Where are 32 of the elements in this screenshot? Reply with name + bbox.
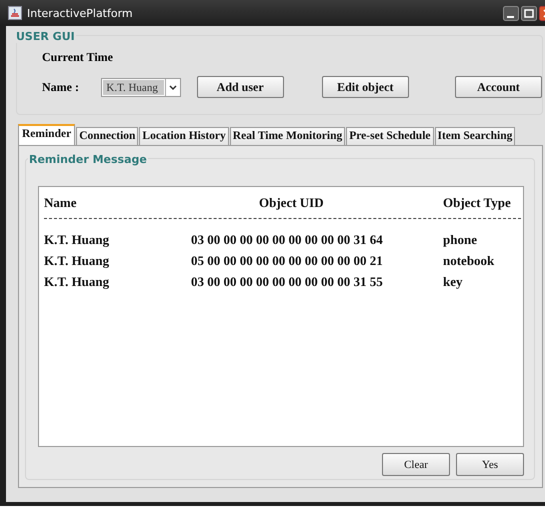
minimize-icon[interactable] [503,6,519,20]
maximize-icon[interactable] [521,6,537,20]
group-title: USER GUI [15,30,76,43]
action-button[interactable]: Add user [196,76,284,98]
current-time-label: Current Time [42,50,113,65]
column-header: Object Type [443,195,512,211]
dialog-button[interactable]: Clear [382,453,450,476]
table-cell-text: notebook [443,252,496,268]
column-header: Object UID [258,195,325,211]
table-cell-text: key [443,274,464,290]
tab[interactable]: Connection [76,127,138,145]
column-header: Name [44,195,78,211]
tab[interactable]: Real Time Monitoring [230,127,346,145]
tab[interactable]: Item Searching [434,127,516,145]
tab[interactable]: Reminder [18,124,76,145]
group-title: Reminder Message [28,153,148,166]
table-cell-text: K.T. Huang [44,232,110,248]
tab[interactable]: Pre-set Schedule [346,127,434,145]
tab[interactable]: Location History [139,127,229,145]
table-cell-text: 03 00 00 00 00 00 00 00 00 00 31 64 [191,232,384,248]
window-title: InteractivePlatform [27,6,134,20]
table-cell-text: 03 00 00 00 00 00 00 00 00 00 31 55 [191,274,384,290]
action-button[interactable]: Edit object [322,76,409,98]
name-dropdown[interactable]: K.T. Huang [101,78,181,96]
action-button[interactable]: Account [454,76,542,98]
name-label: Name : [42,80,80,94]
table-cell-text: phone [443,232,478,248]
app-icon [8,6,22,20]
dialog-button[interactable]: Yes [456,453,524,476]
table-cell-text: 05 00 00 00 00 00 00 00 00 00 00 21 [191,252,384,268]
table-cell-text: K.T. Huang [44,274,110,290]
table-cell-text: K.T. Huang [44,252,110,268]
